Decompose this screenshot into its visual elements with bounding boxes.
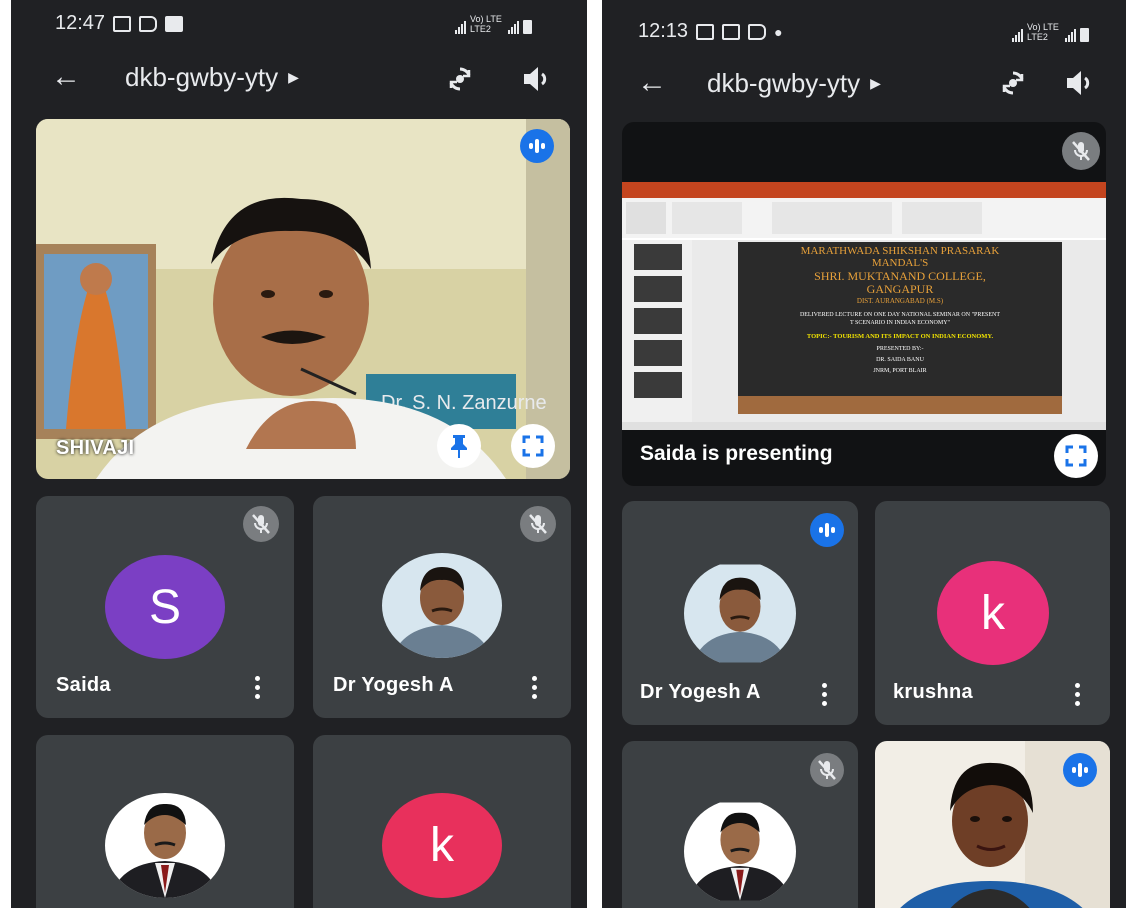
status-indicators: Vo) LTE LTE2: [1012, 22, 1089, 42]
video-icon: [139, 15, 158, 32]
slide-line: MANDAL'S: [872, 257, 928, 269]
audio-level-icon: [520, 129, 554, 163]
avatar-letter: S: [148, 580, 181, 634]
avatar-letter: k: [981, 586, 1005, 640]
status-time: 12:13: [638, 20, 689, 42]
slide-line: DIST. AURANGABAD (M.S): [857, 297, 944, 305]
mic-off-icon: [520, 506, 556, 542]
presentation-tile[interactable]: MARATHWADA SHIKSHAN PRASARAK MANDAL'S SH…: [622, 122, 1106, 486]
dot-icon: ●: [774, 23, 783, 40]
switch-camera-icon[interactable]: [996, 66, 1030, 105]
slide-line: JNRM, PORT BLAIR: [873, 368, 926, 374]
speaker-icon[interactable]: [521, 64, 553, 99]
status-bar: 12:47: [55, 12, 184, 35]
mic-off-icon: [810, 753, 844, 787]
slide-line: DELIVERED LECTURE ON ONE DAY NATIONAL SE…: [800, 312, 1000, 318]
avatar: k: [937, 561, 1049, 665]
participant-name: Dr Yogesh A: [640, 681, 761, 703]
more-vert-icon[interactable]: [253, 676, 261, 699]
mic-off-icon: [243, 506, 279, 542]
avatar: [684, 561, 796, 666]
participant-name: Dr Yogesh A: [333, 674, 454, 696]
status-indicators: Vo) LTE LTE2: [455, 14, 532, 34]
network-label: Vo) LTE LTE2: [470, 14, 502, 34]
participant-tile[interactable]: Dr Yogesh A: [622, 501, 858, 725]
pin-icon[interactable]: [437, 424, 481, 468]
audio-level-icon: [810, 513, 844, 547]
slide-line: MARATHWADA SHIKSHAN PRASARAK: [801, 245, 1000, 257]
participant-tile[interactable]: k krushna: [875, 501, 1110, 725]
avatar-letter: k: [430, 819, 454, 872]
status-time: 12:47: [55, 12, 106, 34]
presenting-caption: Saida is presenting: [640, 442, 833, 465]
audio-level-icon: [1063, 753, 1097, 787]
slide-line: DR. SAIDA BANU: [876, 357, 925, 363]
avatar: [105, 793, 225, 898]
avatar: S: [105, 555, 225, 659]
more-vert-icon[interactable]: [820, 683, 828, 706]
meeting-code[interactable]: dkb-gwby-yty: [707, 68, 860, 99]
arrow-left-icon[interactable]: ←: [637, 66, 667, 100]
signal-icon: [1012, 29, 1023, 42]
meeting-code[interactable]: dkb-gwby-yty: [125, 62, 278, 93]
more-vert-icon[interactable]: [1073, 683, 1081, 706]
mic-off-icon: [1062, 132, 1100, 170]
more-vert-icon[interactable]: [530, 676, 538, 699]
participant-tile[interactable]: S Saida: [36, 496, 294, 718]
switch-camera-icon[interactable]: [443, 62, 477, 101]
battery-icon: [1080, 28, 1089, 42]
main-video-tile[interactable]: Dr. S. N. Zanzurne SHIVAJI: [36, 119, 570, 479]
battery-icon: [523, 20, 532, 34]
status-bar: 12:13 ●: [638, 20, 783, 43]
fullscreen-icon[interactable]: [511, 424, 555, 468]
caret-right-icon[interactable]: ▶: [288, 69, 299, 86]
avatar: k: [382, 793, 502, 898]
participant-name: Saida: [56, 674, 111, 696]
avatar: [382, 553, 502, 658]
gallery-icon: [696, 23, 715, 40]
participant-tile[interactable]: k: [313, 735, 571, 908]
record-icon: [165, 15, 184, 32]
participant-tile[interactable]: [622, 741, 858, 908]
network-label: Vo) LTE LTE2: [1027, 22, 1059, 42]
speaker-icon[interactable]: [1064, 68, 1096, 103]
video-icon: [748, 23, 767, 40]
avatar: [684, 799, 796, 904]
signal-icon: [508, 21, 519, 34]
slide-line: GANGAPUR: [867, 282, 934, 296]
right-phone-screenshot: 12:13 ● Vo) LTE LTE2 ← dkb-gwby-yty ▶ MA…: [602, 0, 1126, 908]
gallery-icon: [113, 15, 132, 32]
gallery-icon: [722, 23, 741, 40]
participant-name: krushna: [893, 681, 973, 703]
participant-video: Dr. S. N. Zanzurne: [36, 119, 570, 479]
left-phone-screenshot: 12:47 Vo) LTE LTE2 ← dkb-gwby-yty ▶ Dr. …: [11, 0, 587, 908]
shared-screen: MARATHWADA SHIKSHAN PRASARAK MANDAL'S SH…: [622, 182, 1106, 430]
participant-tile[interactable]: Dr Yogesh A: [313, 496, 571, 718]
caret-right-icon[interactable]: ▶: [870, 75, 881, 92]
slide-line: T SCENARIO IN INDIAN ECONOMY": [850, 320, 951, 326]
participant-name: SHIVAJI: [56, 437, 135, 459]
slide-line: SHRI. MUKTANAND COLLEGE,: [814, 269, 986, 283]
signal-icon: [455, 21, 466, 34]
fullscreen-icon[interactable]: [1054, 434, 1098, 478]
slide-line: TOPIC:- TOURISM AND ITS IMPACT ON INDIAN…: [807, 333, 994, 340]
signal-icon: [1065, 29, 1076, 42]
participant-tile[interactable]: [36, 735, 294, 908]
slide-line: PRESENTED BY:-: [877, 346, 924, 352]
arrow-left-icon[interactable]: ←: [51, 60, 81, 94]
participant-tile[interactable]: [875, 741, 1110, 908]
